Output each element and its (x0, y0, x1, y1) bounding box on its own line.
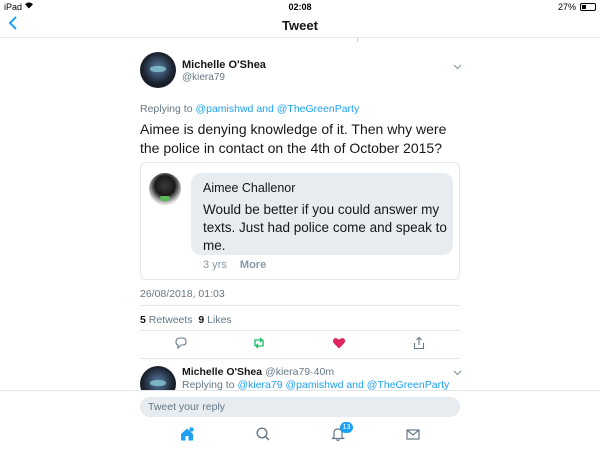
tweet-stats: 5 Retweets 9 Likes (140, 314, 232, 326)
divider (140, 305, 460, 306)
replying-prefix: Replying to (140, 103, 193, 115)
retweet-icon[interactable] (252, 336, 270, 354)
nav-bar: Tweet (0, 14, 600, 38)
reply-icon[interactable] (174, 336, 192, 354)
share-icon[interactable] (412, 336, 430, 354)
divider (140, 358, 460, 359)
tweet-timestamp: 26/08/2018, 01:03 (140, 288, 225, 300)
likes-count: 9 (198, 314, 205, 326)
author-handle[interactable]: @kiera79 (182, 72, 225, 83)
message-meta: 3 yrs More (203, 259, 266, 271)
avatar[interactable] (140, 52, 176, 88)
divider (140, 330, 460, 331)
sender-avatar (149, 173, 181, 205)
chevron-down-icon[interactable] (453, 368, 462, 378)
media-card[interactable]: Aimee Challenor Would be better if you c… (140, 162, 460, 280)
thread-connector (357, 38, 361, 42)
tweet-actions (140, 336, 460, 354)
home-icon[interactable] (179, 426, 197, 444)
sender-name: Aimee Challenor (203, 181, 296, 195)
status-bar: iPad 02:08 27% (0, 0, 600, 14)
likes-label: Likes (207, 314, 232, 326)
mention-and[interactable]: and (256, 103, 274, 115)
reply-time: 40m (313, 366, 335, 378)
mention-link[interactable]: @pamishwd (195, 103, 253, 115)
author-name[interactable]: Michelle O'Shea (182, 59, 266, 71)
mail-icon[interactable] (405, 426, 423, 444)
reply-author-handle[interactable]: @kiera79 (265, 366, 310, 378)
battery-icon (580, 3, 596, 11)
message-age: 3 yrs (203, 259, 227, 271)
more-link[interactable]: More (240, 259, 266, 271)
page-title: Tweet (282, 18, 318, 33)
clock: 02:08 (288, 2, 312, 12)
reply-input[interactable] (140, 397, 460, 417)
battery-percent: 27% (557, 2, 576, 12)
search-icon[interactable] (255, 426, 273, 444)
message-bubble: Aimee Challenor Would be better if you c… (191, 173, 453, 255)
retweets-count: 5 (140, 314, 146, 326)
likes-stat[interactable]: 9 Likes (198, 314, 231, 326)
replying-to: Replying to @pamishwd and @TheGreenParty (140, 103, 359, 115)
message-text: Would be better if you could answer my t… (203, 202, 447, 253)
reply-header: Michelle O'Shea @kiera79·40m (182, 366, 334, 378)
chevron-down-icon[interactable] (453, 62, 462, 72)
compose-bar (0, 390, 600, 420)
notifications-badge: 13 (340, 422, 353, 433)
reply-author-name[interactable]: Michelle O'Shea (182, 366, 262, 378)
heart-icon[interactable] (332, 336, 350, 354)
retweets-stat[interactable]: 5 Retweets (140, 314, 193, 326)
notifications-icon[interactable]: 13 (330, 422, 353, 444)
tweet-text: Aimee is denying knowledge of it. Then w… (140, 121, 447, 156)
tab-bar: 13 (0, 420, 600, 450)
retweets-label: Retweets (148, 314, 193, 326)
mention-link[interactable]: @TheGreenParty (277, 103, 359, 115)
